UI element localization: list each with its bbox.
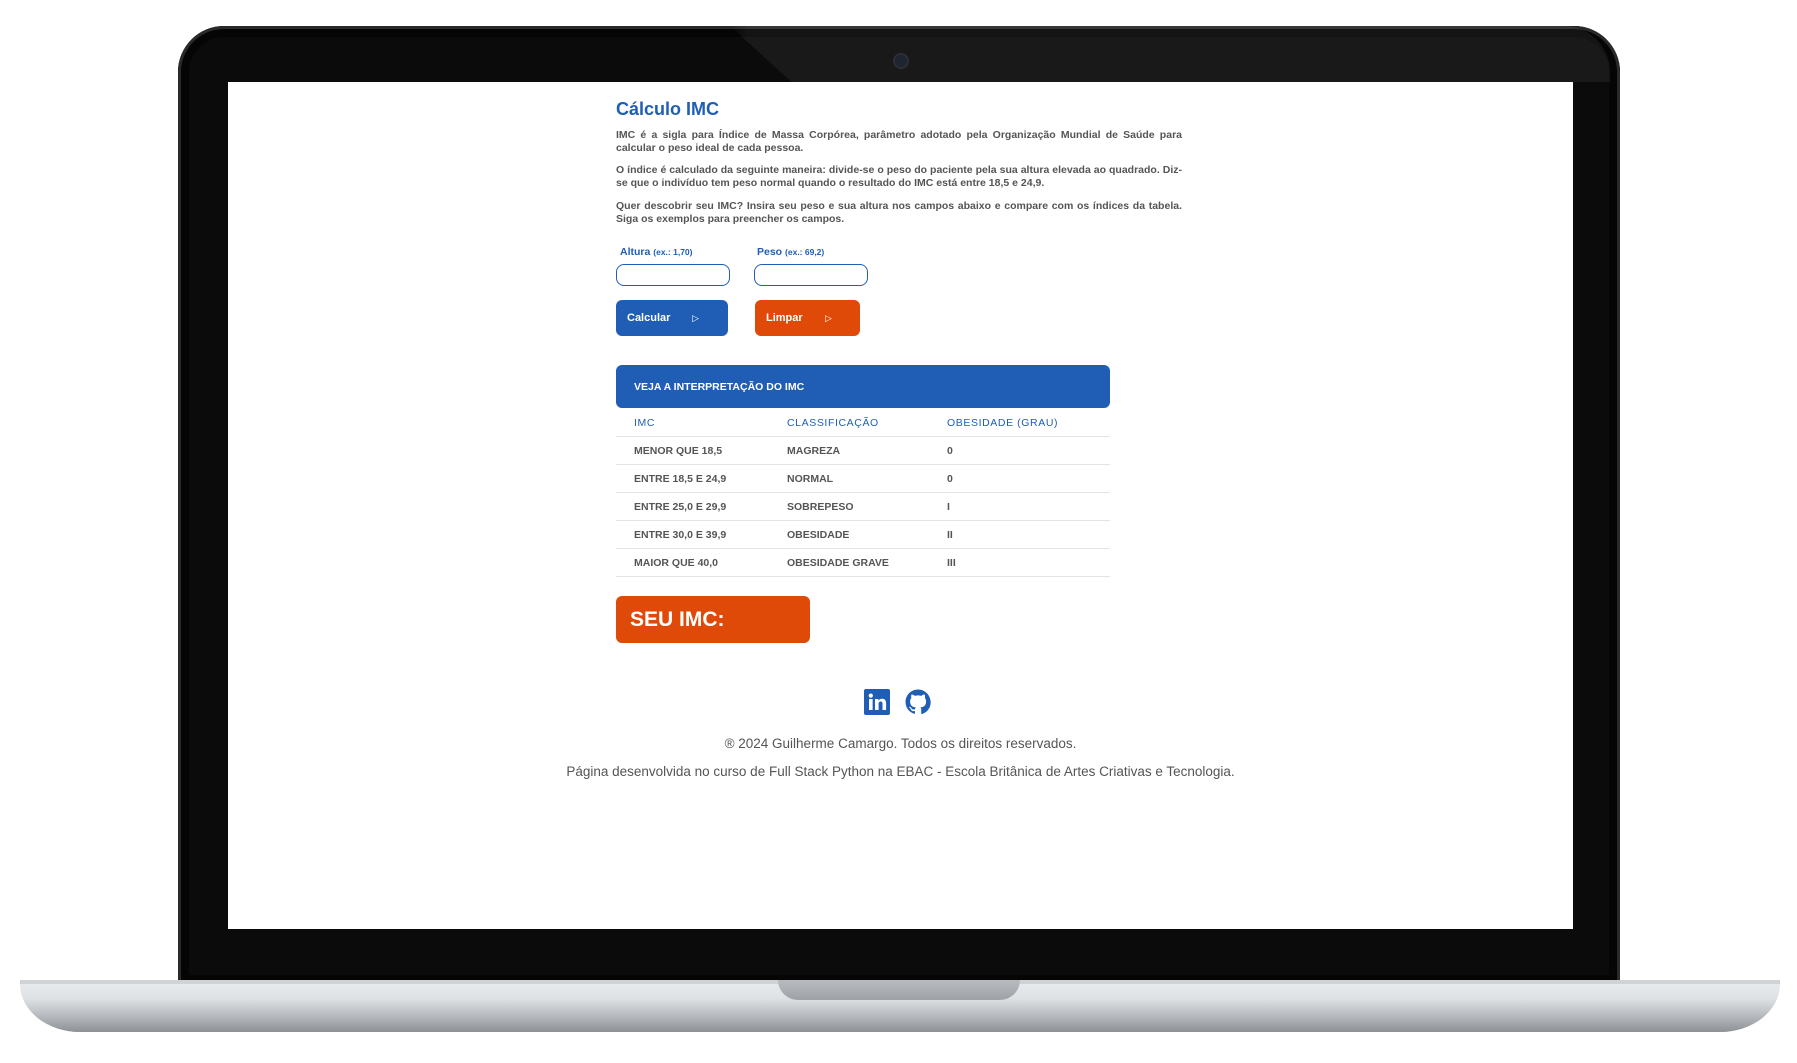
cell-imc: ENTRE 18,5 E 24,9	[634, 473, 727, 485]
cell-grau: III	[947, 557, 956, 569]
lid-glare	[730, 26, 1610, 82]
table-title-bar: VEJA A INTERPRETAÇÃO DO IMC	[616, 365, 1110, 408]
page-title: Cálculo IMC	[616, 99, 720, 119]
result-box: SEU IMC:	[616, 596, 810, 643]
column-header-imc: IMC	[634, 417, 656, 429]
cell-classificacao: NORMAL	[787, 473, 834, 485]
table-row: ENTRE 18,5 E 24,9 NORMAL 0	[616, 465, 1110, 493]
table-title: VEJA A INTERPRETAÇÃO DO IMC	[634, 380, 805, 393]
calcular-button[interactable]: Calcular ▷	[616, 300, 728, 336]
social-links	[864, 689, 931, 715]
instructions-paragraph: Quer descobrir seu IMC? Insira seu peso …	[616, 200, 1182, 225]
cell-grau: II	[947, 529, 953, 541]
column-header-obesidade: OBESIDADE (GRAU)	[947, 417, 1059, 429]
linkedin-link[interactable]	[864, 689, 890, 715]
linkedin-icon	[864, 689, 890, 715]
cell-classificacao: OBESIDADE	[787, 529, 850, 541]
github-icon	[905, 689, 931, 715]
imc-table: IMC CLASSIFICAÇÃO OBESIDADE (GRAU) MENOR…	[616, 409, 1110, 577]
cell-classificacao: MAGREZA	[787, 445, 841, 457]
screen: Cálculo IMC IMC é a sigla para Índice de…	[228, 82, 1573, 929]
formula-paragraph: O índice é calculado da seguinte maneira…	[616, 164, 1182, 189]
peso-label-text: Peso	[757, 246, 783, 258]
cell-grau: 0	[947, 473, 953, 485]
cell-imc: MAIOR QUE 40,0	[634, 557, 719, 569]
table-header-row: IMC CLASSIFICAÇÃO OBESIDADE (GRAU)	[616, 409, 1110, 437]
calcular-button-label: Calcular	[627, 312, 671, 324]
table-row: ENTRE 30,0 E 39,9 OBESIDADE II	[616, 521, 1110, 549]
altura-hint: (ex.: 1,70)	[653, 247, 693, 257]
table-row: MENOR QUE 18,5 MAGREZA 0	[616, 437, 1110, 465]
play-icon: ▷	[825, 312, 832, 323]
column-header-classificacao: CLASSIFICAÇÃO	[787, 417, 879, 429]
peso-label: Peso (ex.: 69,2)	[757, 246, 824, 258]
cell-classificacao: OBESIDADE GRAVE	[787, 557, 889, 569]
altura-input[interactable]	[616, 264, 730, 286]
limpar-button[interactable]: Limpar ▷	[755, 300, 860, 336]
altura-label-text: Altura	[620, 246, 651, 258]
altura-label: Altura (ex.: 1,70)	[620, 246, 692, 258]
cell-imc: ENTRE 30,0 E 39,9	[634, 529, 727, 541]
footer-copyright: ® 2024 Guilherme Camargo. Todos os direi…	[724, 736, 1077, 751]
cell-grau: I	[947, 501, 950, 513]
limpar-button-label: Limpar	[766, 312, 803, 324]
github-link[interactable]	[905, 689, 931, 715]
cell-imc: MENOR QUE 18,5	[634, 445, 723, 457]
cell-grau: 0	[947, 445, 953, 457]
play-icon: ▷	[692, 312, 699, 323]
cell-imc: ENTRE 25,0 E 29,9	[634, 501, 727, 513]
intro-paragraph: IMC é a sigla para Índice de Massa Corpó…	[616, 129, 1182, 154]
result-label: SEU IMC:	[630, 607, 725, 631]
table-row: ENTRE 25,0 E 29,9 SOBREPESO I	[616, 493, 1110, 521]
table-row: MAIOR QUE 40,0 OBESIDADE GRAVE III	[616, 549, 1110, 577]
peso-input[interactable]	[754, 264, 868, 286]
cell-classificacao: SOBREPESO	[787, 501, 854, 513]
peso-hint: (ex.: 69,2)	[785, 247, 825, 257]
laptop-notch	[778, 980, 1020, 1000]
camera-dot	[895, 55, 907, 67]
footer-credit: Página desenvolvida no curso de Full Sta…	[566, 764, 1235, 779]
